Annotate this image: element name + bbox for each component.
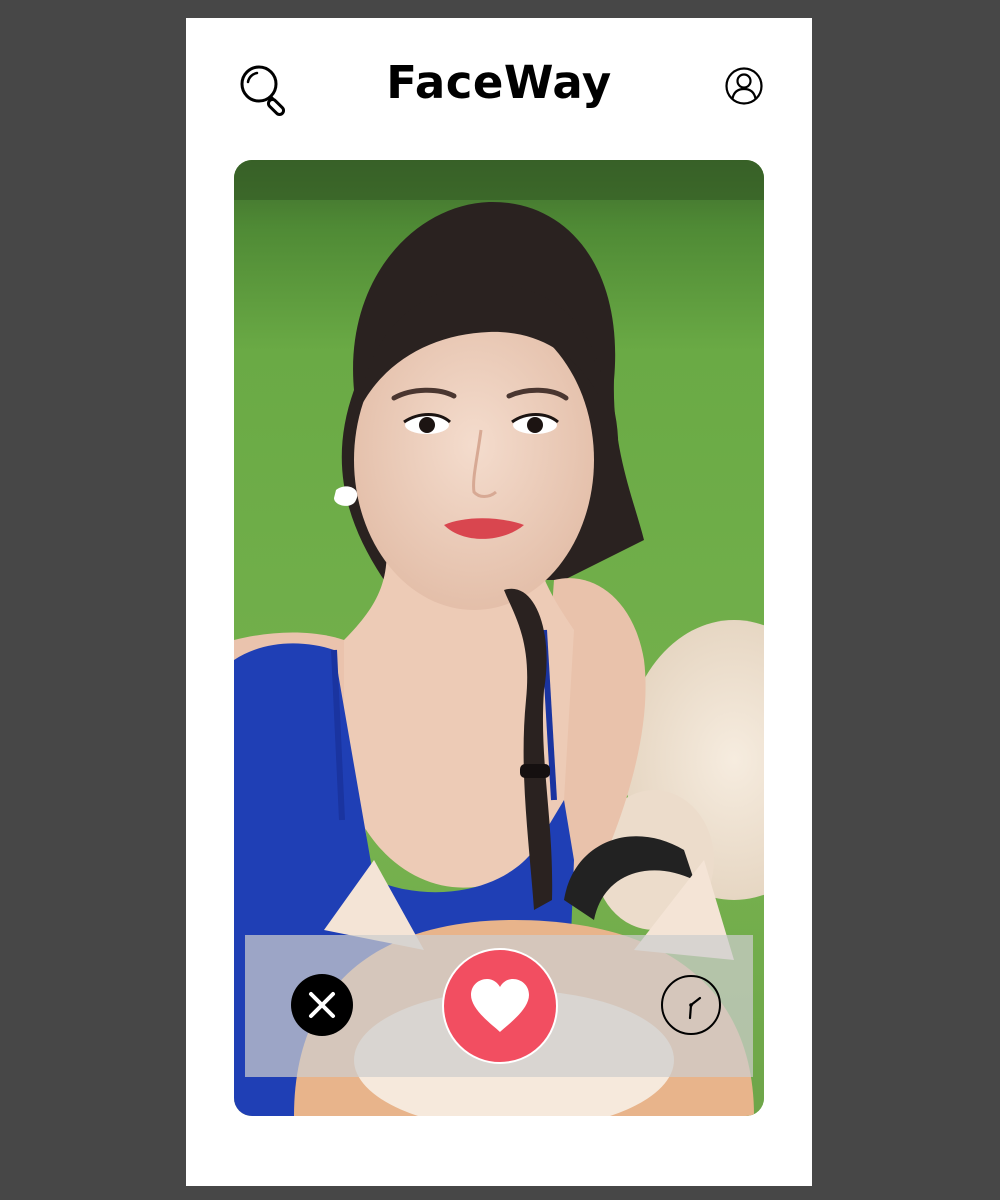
close-icon xyxy=(309,992,335,1018)
heart-icon xyxy=(471,979,529,1032)
profile-card[interactable] xyxy=(234,160,764,1116)
dislike-button[interactable] xyxy=(291,974,353,1036)
later-button[interactable] xyxy=(661,975,721,1035)
clock-icon xyxy=(688,996,702,1020)
action-bar xyxy=(245,935,753,1077)
like-button[interactable] xyxy=(442,948,558,1064)
app-title: FaceWay xyxy=(386,56,612,109)
user-profile-icon xyxy=(725,67,763,105)
app-screen: FaceWay xyxy=(186,18,812,1186)
app-header: FaceWay xyxy=(186,18,812,148)
profile-button[interactable] xyxy=(722,64,766,108)
